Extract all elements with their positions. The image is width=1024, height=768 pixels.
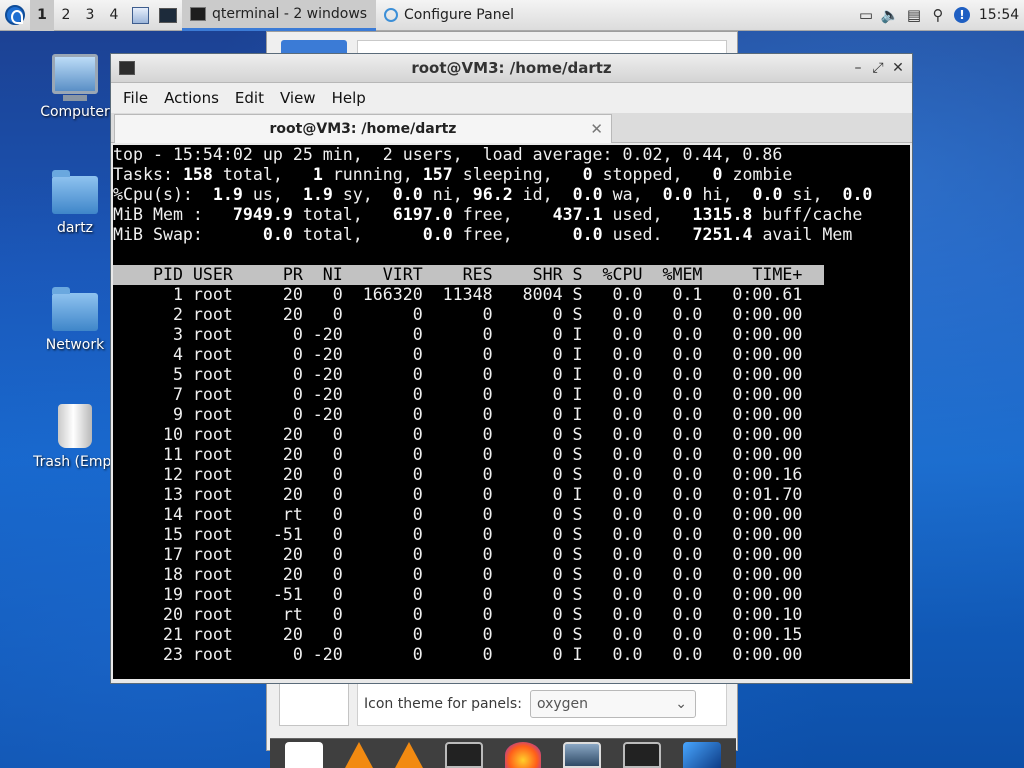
top-summary-mem: MiB Mem : 7949.9 total, 6197.0 free, 437… — [113, 205, 863, 224]
terminal-icon — [190, 6, 206, 21]
configure-icon — [384, 8, 398, 22]
network-folder-icon — [52, 287, 98, 331]
icon-theme-select[interactable]: oxygen ⌄ — [529, 690, 696, 718]
process-table: 1 root 20 0 166320 11348 8004 S 0.0 0.1 … — [113, 285, 910, 665]
menubar: File Actions Edit View Help — [111, 83, 912, 113]
process-row: 7 root 0 -20 0 0 0 I 0.0 0.0 0:00.00 — [113, 385, 803, 404]
menu-help[interactable]: Help — [324, 83, 374, 113]
screenshot-icon[interactable] — [563, 742, 601, 768]
menu-file[interactable]: File — [115, 83, 156, 113]
tab-terminal[interactable]: root@VM3: /home/dartz ✕ — [114, 114, 612, 143]
window-titlebar[interactable]: root@VM3: /home/dartz – ⤢ ✕ — [111, 54, 912, 83]
clock[interactable]: 15:54 — [974, 7, 1024, 23]
bird-icon[interactable] — [683, 742, 721, 768]
process-row: 13 root 20 0 0 0 0 I 0.0 0.0 0:01.70 — [113, 485, 803, 504]
process-row: 11 root 20 0 0 0 0 S 0.0 0.0 0:00.00 — [113, 445, 803, 464]
notification-icon[interactable]: ! — [950, 0, 974, 31]
menu-edit[interactable]: Edit — [227, 83, 272, 113]
desktop-switch-4[interactable]: 4 — [102, 0, 126, 31]
taskbar-item-label: qterminal - 2 windows — [212, 5, 368, 22]
icon-theme-row: Icon theme for panels: oxygen ⌄ — [357, 682, 727, 726]
process-row: 1 root 20 0 166320 11348 8004 S 0.0 0.1 … — [113, 285, 803, 304]
process-row: 15 root -51 0 0 0 0 S 0.0 0.0 0:00.00 — [113, 525, 803, 544]
firefox-icon[interactable] — [505, 742, 541, 768]
process-row: 12 root 20 0 0 0 0 S 0.0 0.0 0:00.16 — [113, 465, 803, 484]
process-row: 4 root 0 -20 0 0 0 I 0.0 0.0 0:00.00 — [113, 345, 803, 364]
process-row: 20 root rt 0 0 0 0 S 0.0 0.0 0:00.10 — [113, 605, 803, 624]
process-row: 19 root -51 0 0 0 0 S 0.0 0.0 0:00.00 — [113, 585, 803, 604]
taskbar-item-qterminal[interactable]: qterminal - 2 windows — [182, 0, 376, 31]
process-row: 10 root 20 0 0 0 0 S 0.0 0.0 0:00.00 — [113, 425, 803, 444]
top-summary-swap: MiB Swap: 0.0 total, 0.0 free, 0.0 used.… — [113, 225, 853, 244]
desktop-switch-1[interactable]: 1 — [30, 0, 54, 31]
taskbar-item-configure-panel[interactable]: Configure Panel — [376, 0, 588, 31]
tab-close-icon[interactable]: ✕ — [590, 120, 603, 138]
file-manager-icon — [131, 6, 149, 24]
top-summary-uptime: top - 15:54:02 up 25 min, 2 users, load … — [113, 145, 783, 164]
quicklaunch-terminal[interactable] — [154, 0, 182, 31]
app-menu-button[interactable] — [0, 0, 30, 31]
process-row: 23 root 0 -20 0 0 0 I 0.0 0.0 0:00.00 — [113, 645, 803, 664]
process-row: 17 root 20 0 0 0 0 S 0.0 0.0 0:00.00 — [113, 545, 803, 564]
process-table-header: PID USER PR NI VIRT RES SHR S %CPU %MEM … — [113, 265, 824, 285]
tab-label: root@VM3: /home/dartz — [269, 121, 457, 137]
terminal-window: root@VM3: /home/dartz – ⤢ ✕ File Actions… — [110, 53, 913, 684]
vlc-icon[interactable] — [395, 742, 423, 768]
computer-icon — [52, 54, 98, 101]
top-summary-cpu: %Cpu(s): 1.9 us, 1.9 sy, 0.0 ni, 96.2 id… — [113, 185, 873, 204]
chevron-down-icon: ⌄ — [675, 696, 687, 712]
network-icon[interactable]: ⚲ — [926, 0, 950, 31]
lxqt-logo-icon — [5, 5, 25, 25]
notes-icon[interactable]: ▤ — [902, 0, 926, 31]
taskbar-item-label: Configure Panel — [404, 7, 515, 23]
terminal-icon — [159, 7, 177, 23]
terminal-screen[interactable]: top - 15:54:02 up 25 min, 2 users, load … — [113, 145, 910, 679]
top-panel: 1 2 3 4 qterminal - 2 windows Configure … — [0, 0, 1024, 31]
top-summary-tasks: Tasks: 158 total, 1 running, 157 sleepin… — [113, 165, 793, 184]
window-title: root@VM3: /home/dartz — [411, 59, 612, 77]
icon-theme-value: oxygen — [536, 696, 589, 712]
process-row: 14 root rt 0 0 0 0 S 0.0 0.0 0:00.00 — [113, 505, 803, 524]
quicklaunch-file-manager[interactable] — [126, 0, 154, 31]
process-row: 18 root 20 0 0 0 0 S 0.0 0.0 0:00.00 — [113, 565, 803, 584]
clipboard-icon[interactable]: ▭ — [854, 0, 878, 31]
icon-theme-label: Icon theme for panels: — [364, 696, 522, 712]
desktop-switch-3[interactable]: 3 — [78, 0, 102, 31]
system-tray: ▭ 🔈 ▤ ⚲ ! 15:54 — [854, 0, 1024, 31]
trash-icon — [58, 404, 92, 448]
terminal-icon[interactable] — [623, 742, 661, 768]
menu-view[interactable]: View — [272, 83, 324, 113]
process-row: 9 root 0 -20 0 0 0 I 0.0 0.0 0:00.00 — [113, 405, 803, 424]
process-row: 2 root 20 0 0 0 0 S 0.0 0.0 0:00.00 — [113, 305, 803, 324]
tab-bar: root@VM3: /home/dartz ✕ — [111, 113, 912, 143]
process-row: 3 root 0 -20 0 0 0 I 0.0 0.0 0:00.00 — [113, 325, 803, 344]
home-folder-icon — [52, 170, 98, 214]
desktop-switch-2[interactable]: 2 — [54, 0, 78, 31]
featherpad-icon[interactable] — [285, 742, 323, 768]
terminal-icon[interactable] — [445, 742, 483, 768]
dock — [270, 738, 736, 768]
process-row: 21 root 20 0 0 0 0 S 0.0 0.0 0:00.15 — [113, 625, 803, 644]
menu-actions[interactable]: Actions — [156, 83, 227, 113]
process-row: 5 root 0 -20 0 0 0 I 0.0 0.0 0:00.00 — [113, 365, 803, 384]
volume-icon[interactable]: 🔈 — [878, 0, 902, 31]
vlc-icon[interactable] — [345, 742, 373, 768]
icon-preview-box[interactable] — [279, 682, 349, 726]
